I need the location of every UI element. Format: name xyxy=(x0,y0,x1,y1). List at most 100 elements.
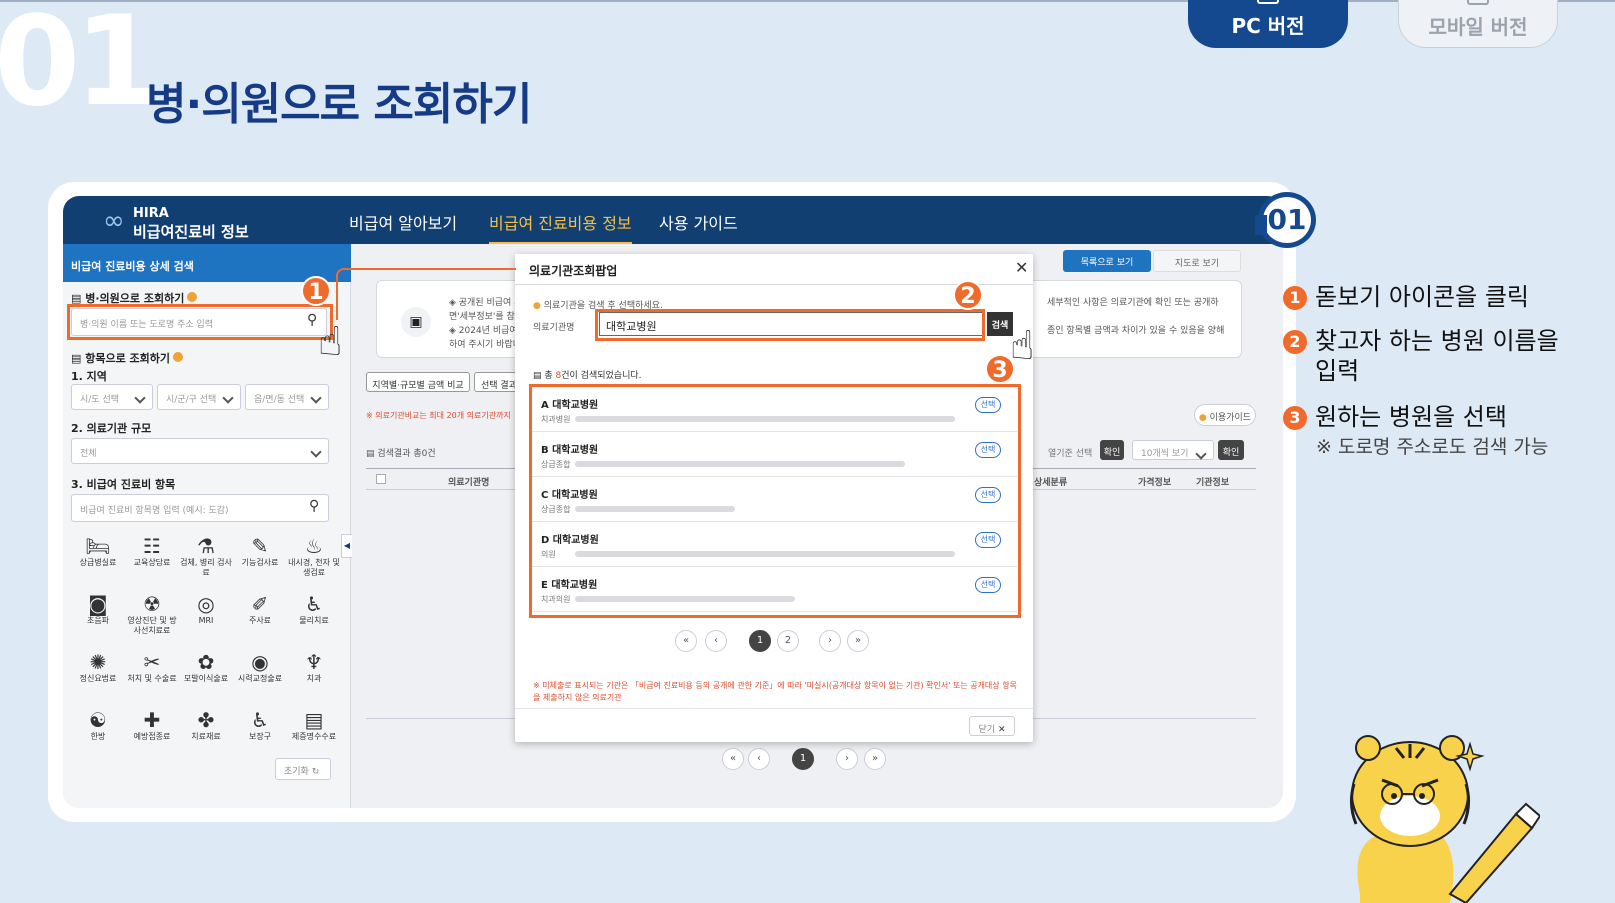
highlight-result-list xyxy=(529,384,1021,618)
sort-label: 열기준 선택 xyxy=(1048,449,1093,459)
category-label: 한방 xyxy=(90,732,106,741)
compare-region-size-button[interactable]: 지역별·규모별 금액 비교 xyxy=(366,372,470,392)
category-mri[interactable]: ◎ MRI xyxy=(179,592,233,626)
popup-close-button[interactable]: 닫기 ✕ xyxy=(969,716,1015,736)
popup-title: 의료기관조회팝업 xyxy=(529,264,618,278)
callout-2: 2 xyxy=(953,280,983,310)
category-label: MRI xyxy=(198,616,214,625)
reset-button[interactable]: 초기화 ↻ xyxy=(275,758,331,780)
top-divider xyxy=(0,0,1615,2)
category-certificate[interactable]: ▤ 제증명수수료 xyxy=(287,708,341,742)
select-all-checkbox[interactable] xyxy=(376,474,386,484)
sidebar-title: 비급여 진료비용 상세 검색 xyxy=(63,244,351,282)
category-injection[interactable]: ✐ 주사료 xyxy=(233,592,287,626)
category-surgery[interactable]: ✂ 처치 및 수술료 xyxy=(125,650,179,684)
popup-last-page-button[interactable]: » xyxy=(847,630,869,652)
nav-item-guide[interactable]: 사용 가이드 xyxy=(659,210,738,234)
category-physio[interactable]: ♿ 물리치료 xyxy=(287,592,341,626)
step-note: ※ 도로명 주소로도 검색 가능 xyxy=(1316,436,1549,458)
mobile-version-tab[interactable]: 모바일 버전 xyxy=(1398,0,1558,48)
section-number: 01 xyxy=(0,0,161,134)
category-hair[interactable]: ✿ 모발이식술료 xyxy=(179,650,233,684)
physio-icon: ♿ xyxy=(305,592,323,616)
oriental-icon: ☯ xyxy=(89,708,107,732)
popup-field-label: 의료기관명 xyxy=(533,323,575,333)
category-label: 제증명수수료 xyxy=(291,732,337,741)
page-1-button[interactable]: 1 xyxy=(792,748,814,770)
popup-prev-page-button[interactable]: ‹ xyxy=(705,630,727,652)
ultrasound-icon: ◙ xyxy=(88,592,108,616)
category-bed[interactable]: 🛏 상급병실료 xyxy=(71,534,125,568)
page-title: 병·의원으로 조회하기 xyxy=(146,79,532,130)
category-label: 초음파 xyxy=(86,616,110,625)
item-search-input[interactable]: 비급여 진료비 항목명 입력 (예시: 도감) xyxy=(71,494,329,522)
category-label: 주사료 xyxy=(248,616,272,625)
category-counsel[interactable]: ☷ 교육상담료 xyxy=(125,534,179,568)
category-oriental[interactable]: ☯ 한방 xyxy=(71,708,125,742)
category-radiology[interactable]: ☢ 영상진단 및 방사선치료료 xyxy=(125,592,179,636)
connector-line xyxy=(336,268,516,320)
popup-page-1-button[interactable]: 1 xyxy=(749,630,771,652)
help-icon[interactable] xyxy=(173,352,184,362)
category-tooth[interactable]: ♆ 치과 xyxy=(287,650,341,684)
monitor-icon xyxy=(1257,0,1279,4)
first-page-button[interactable]: « xyxy=(722,748,744,770)
category-mental[interactable]: ✺ 정신요법료 xyxy=(71,650,125,684)
category-label: 상급병실료 xyxy=(79,558,117,567)
pointer-hand-icon: ☝ xyxy=(1010,323,1035,369)
next-page-button[interactable]: › xyxy=(836,748,858,770)
sort-confirm-button[interactable]: 확인 xyxy=(1100,440,1124,460)
callout-1: 1 xyxy=(301,276,331,306)
popup-close-icon[interactable]: ✕ xyxy=(1015,258,1028,278)
per-page-confirm-button[interactable]: 확인 xyxy=(1218,440,1244,460)
category-label: 교육상담료 xyxy=(133,558,171,567)
injection-icon: ✐ xyxy=(251,592,269,616)
category-lab[interactable]: ⚗ 검체, 병리 검사료 xyxy=(179,534,233,578)
category-wheelchair[interactable]: ♿ 보장구 xyxy=(233,708,287,742)
pencil-icon xyxy=(1448,802,1540,903)
category-label: 내시경, 천자 및 생검료 xyxy=(288,558,340,577)
category-label: 보장구 xyxy=(248,732,272,741)
popup-page-2-button[interactable]: 2 xyxy=(777,630,799,652)
category-label: 예방접종료 xyxy=(133,732,171,741)
help-icon[interactable] xyxy=(187,292,198,302)
category-material[interactable]: ✤ 치료재료 xyxy=(179,708,233,742)
list-view-button[interactable]: 목록으로 보기 xyxy=(1063,250,1151,272)
pointer-hand-icon: ☝ xyxy=(318,319,343,365)
map-view-button[interactable]: 지도로 보기 xyxy=(1153,250,1241,272)
step-2-continued: 입력 xyxy=(1315,357,1360,385)
category-label: 처치 및 수술료 xyxy=(127,674,177,683)
step-2: 2 찾고자 하는 병원 이름을 xyxy=(1283,326,1559,356)
search-icon[interactable]: ⚲ xyxy=(309,498,319,514)
category-endoscope[interactable]: ♨ 내시경, 천자 및 생검료 xyxy=(287,534,341,578)
item-search-label: ▤ 항목으로 조회하기 xyxy=(71,350,184,366)
region-label: 1. 지역 xyxy=(71,370,107,383)
info-icon: ● xyxy=(1198,413,1207,423)
nav-item-cost-info[interactable]: 비급여 진료비용 정보 xyxy=(489,210,632,244)
popup-result-count: ▤ 총 8건이 검색되었습니다. xyxy=(533,371,642,381)
popup-first-page-button[interactable]: « xyxy=(675,630,697,652)
category-label: 기능검사료 xyxy=(241,558,279,567)
size-label: 2. 의료기관 규모 xyxy=(71,422,152,435)
popup-next-page-button[interactable]: › xyxy=(819,630,841,652)
category-label: 시력교정술료 xyxy=(237,674,283,683)
category-ultrasound[interactable]: ◙ 초음파 xyxy=(71,592,125,626)
lab-icon: ⚗ xyxy=(197,534,215,558)
wheelchair-icon: ♿ xyxy=(251,708,269,732)
endoscope-icon: ♨ xyxy=(305,534,323,558)
size-select[interactable]: 전체 xyxy=(71,438,329,464)
category-function-test[interactable]: ✎ 기능검사료 xyxy=(233,534,287,568)
province-select[interactable]: 시/도 선택 xyxy=(71,384,153,410)
town-select[interactable]: 읍/면/동 선택 xyxy=(245,384,329,410)
prev-page-button[interactable]: ‹ xyxy=(748,748,770,770)
per-page-select[interactable]: 10개씩 보기 xyxy=(1132,440,1214,460)
city-select[interactable]: 시/군/구 선택 xyxy=(157,384,241,410)
mri-icon: ◎ xyxy=(197,592,215,616)
guide-button[interactable]: ● 이용가이드 xyxy=(1194,404,1256,426)
category-eye[interactable]: ◉ 시력교정술료 xyxy=(233,650,287,684)
category-vaccine[interactable]: ✚ 예방접종료 xyxy=(125,708,179,742)
pc-version-tab[interactable]: PC 버전 xyxy=(1188,0,1348,48)
vaccine-icon: ✚ xyxy=(143,708,161,732)
last-page-button[interactable]: » xyxy=(864,748,886,770)
nav-item-about[interactable]: 비급여 알아보기 xyxy=(349,210,457,234)
